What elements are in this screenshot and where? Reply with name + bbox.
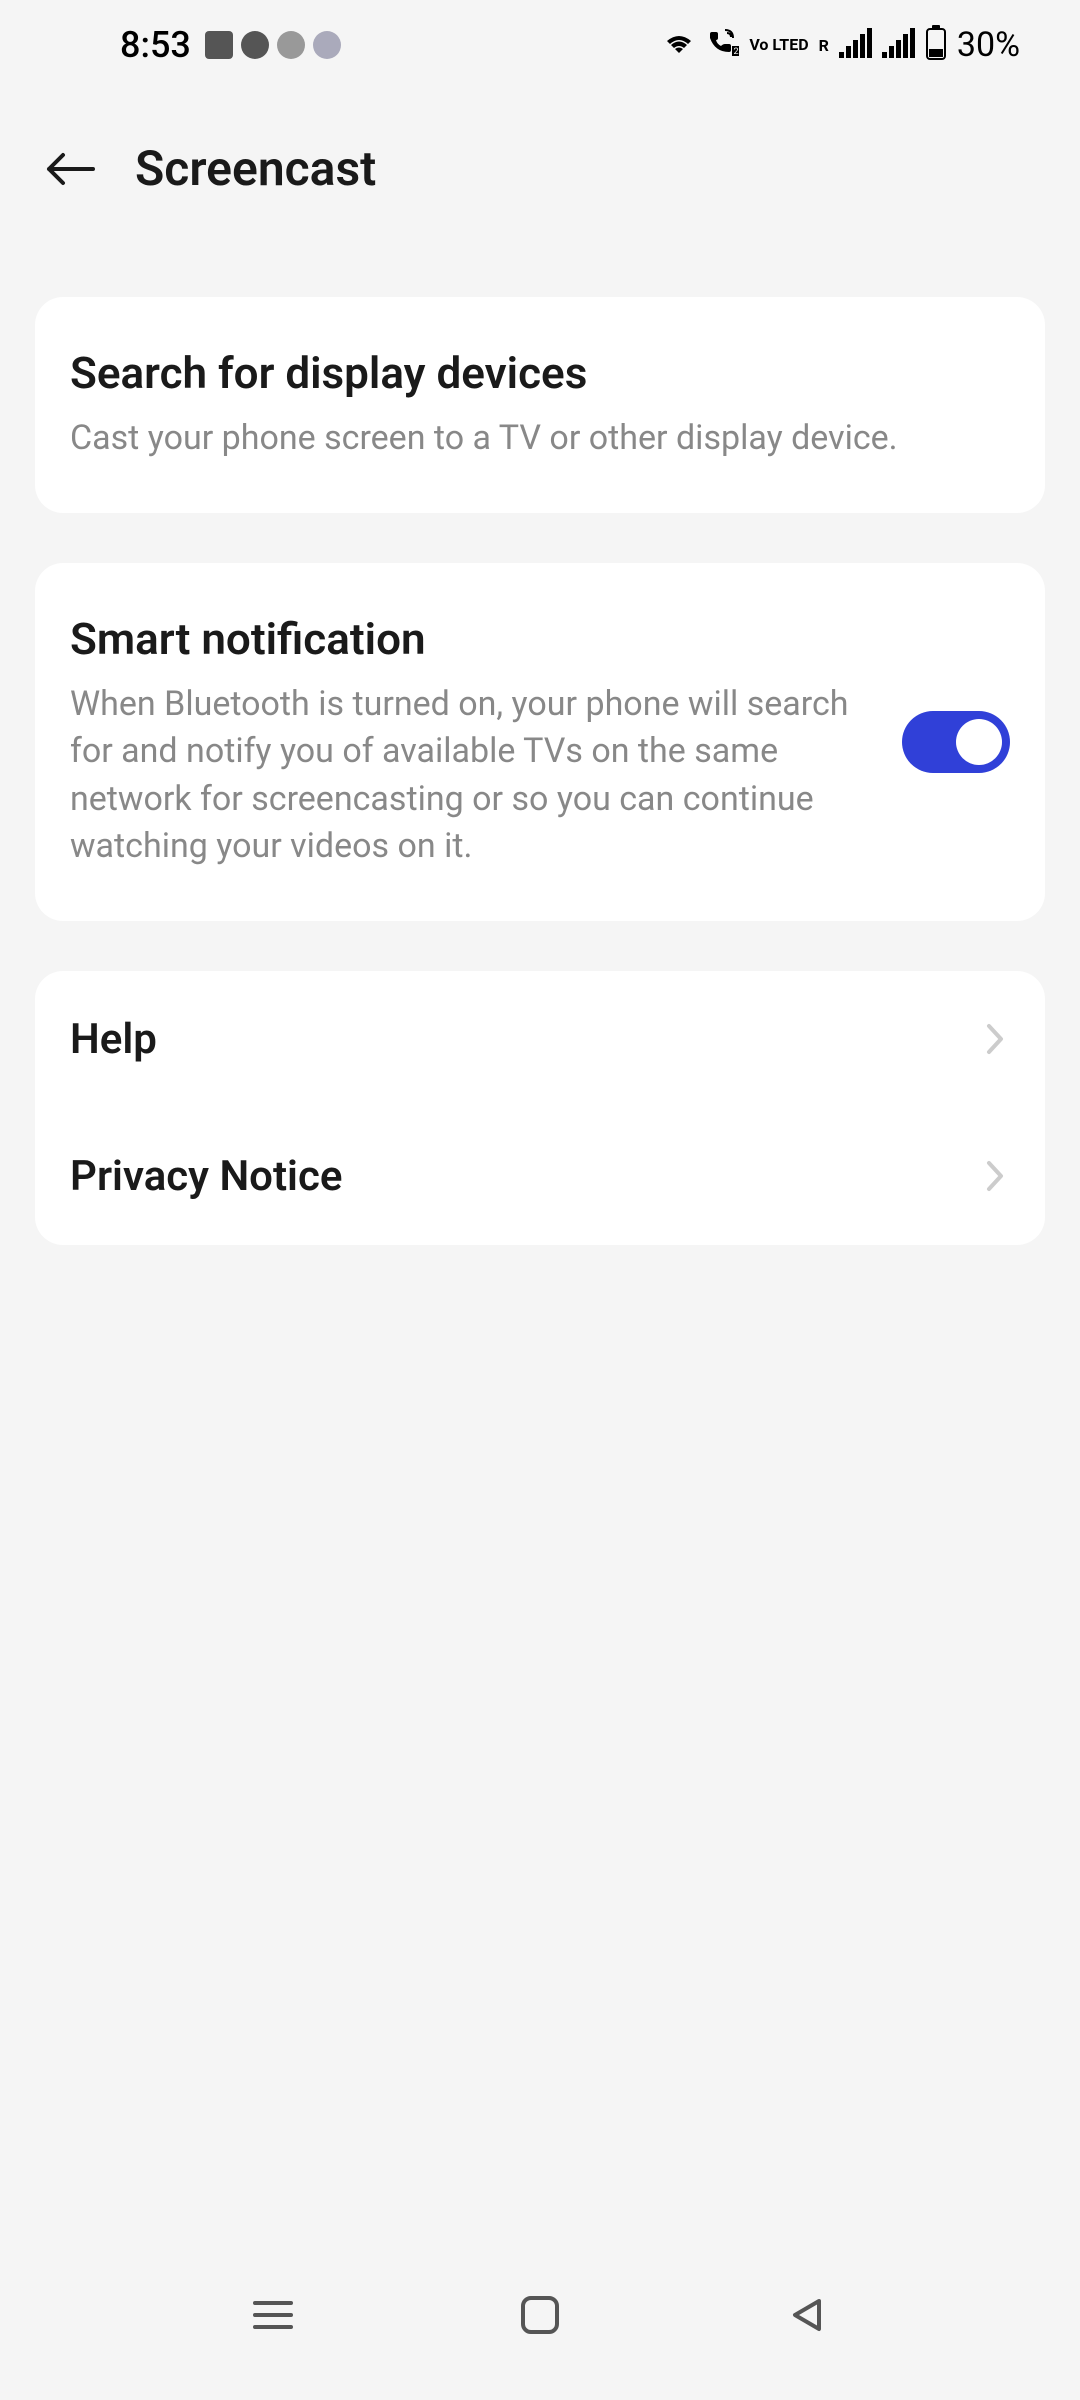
home-button[interactable] [510,2285,570,2345]
back-nav-button[interactable] [777,2285,837,2345]
signal-bars-1 [839,32,872,58]
back-button[interactable] [45,149,95,189]
smart-notification-card: Smart notification When Bluetooth is tur… [35,563,1045,921]
app-icon-4 [313,31,341,59]
privacy-link[interactable]: Privacy Notice [35,1108,1045,1245]
status-right: 2 Vo LTED R 30% [663,25,1020,65]
search-devices-title: Search for display devices [70,347,1010,399]
chevron-right-icon [980,1024,1010,1054]
svg-text:2: 2 [734,47,739,57]
smart-notification-title: Smart notification [70,613,872,665]
arrow-left-icon [45,151,95,187]
navigation-bar [0,2270,1080,2360]
menu-icon [251,2297,295,2333]
status-time: 8:53 [120,24,191,66]
content: Search for display devices Cast your pho… [0,237,1080,1245]
volte-icon: Vo LTED [749,38,808,52]
app-icon-1 [205,31,233,59]
search-devices-desc: Cast your phone screen to a TV or other … [70,415,1010,463]
help-label: Help [70,1015,157,1064]
signal-bars-2 [882,32,915,58]
status-left: 8:53 [120,24,341,66]
app-icon-2 [241,31,269,59]
page-title: Screencast [135,140,376,197]
header: Screencast [0,90,1080,237]
smart-notification-desc: When Bluetooth is turned on, your phone … [70,681,872,871]
battery-percent: 30% [957,25,1020,65]
wifi-icon [663,29,695,61]
status-app-icons [205,31,341,59]
app-icon-3 [277,31,305,59]
links-card: Help Privacy Notice [35,971,1045,1245]
battery-icon [925,25,947,65]
privacy-label: Privacy Notice [70,1152,342,1201]
square-icon [519,2294,561,2336]
roaming-icon: R [819,36,829,55]
chevron-right-icon [980,1161,1010,1191]
search-devices-card[interactable]: Search for display devices Cast your pho… [35,297,1045,513]
status-bar: 8:53 2 Vo LTED R [0,0,1080,90]
toggle-knob [956,719,1002,765]
smart-notification-toggle[interactable] [902,711,1010,773]
help-link[interactable]: Help [35,971,1045,1108]
wifi-calling-icon: 2 [705,28,739,62]
triangle-left-icon [787,2295,827,2335]
recent-apps-button[interactable] [243,2285,303,2345]
